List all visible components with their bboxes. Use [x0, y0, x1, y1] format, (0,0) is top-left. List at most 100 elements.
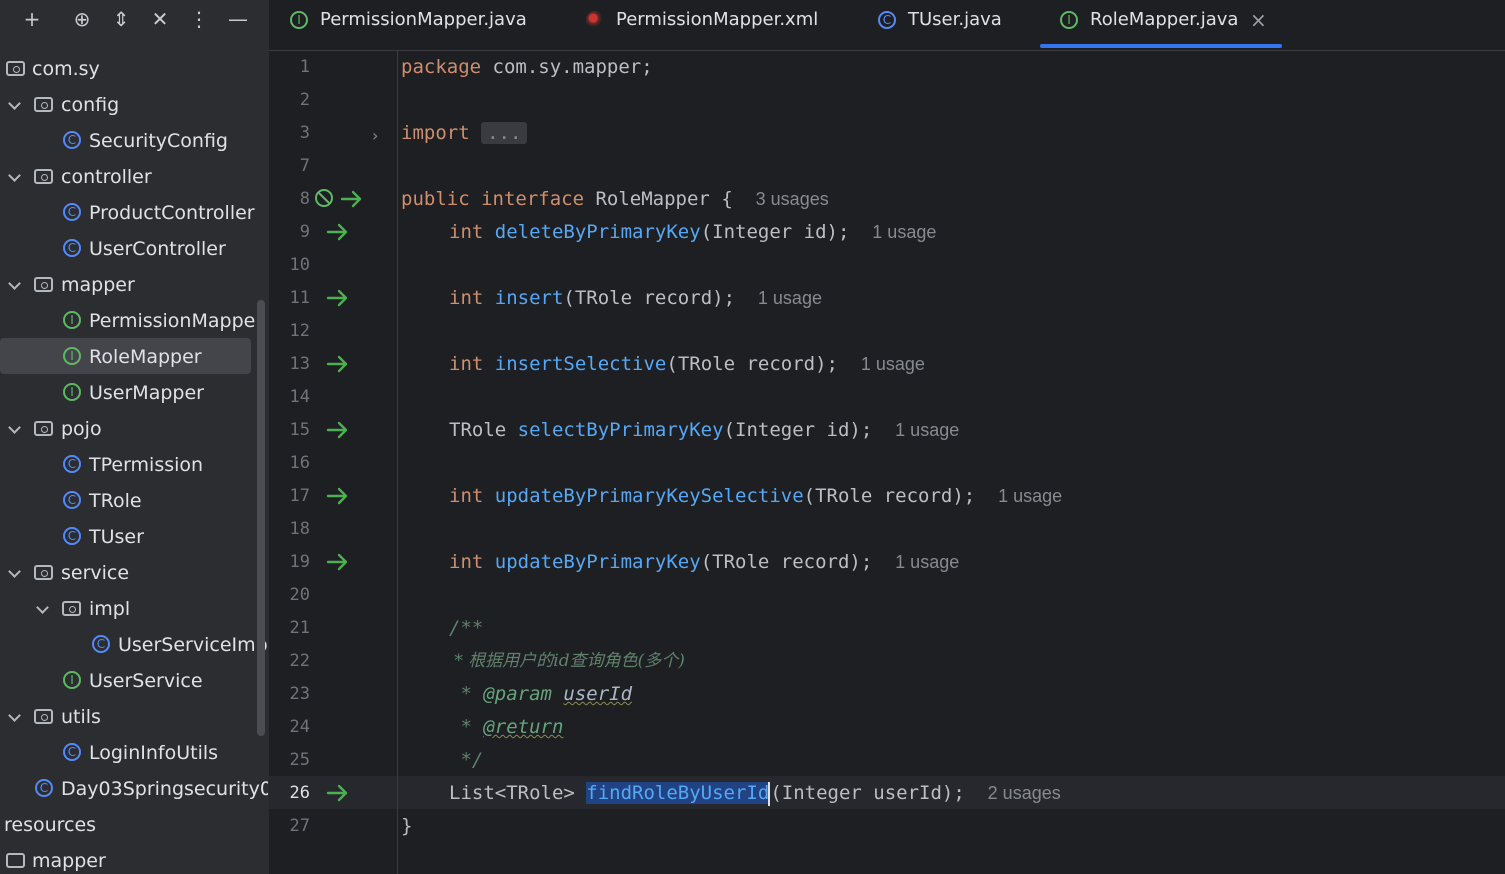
tree-item-resources[interactable]: resources	[0, 807, 268, 843]
line-number: 8	[299, 189, 310, 209]
line-number: 10	[289, 255, 310, 275]
locate-icon[interactable]: ⊕	[68, 5, 96, 33]
line-number: 20	[289, 585, 310, 605]
interface-icon: I	[63, 311, 81, 329]
code-line-25[interactable]: */	[449, 744, 483, 777]
code-line-17[interactable]: int updateByPrimaryKeySelective(TRole re…	[449, 480, 1062, 513]
tree-item-service[interactable]: service	[0, 555, 268, 591]
tree-item-usermapper[interactable]: I UserMapper	[0, 375, 268, 411]
code-line-21[interactable]: /**	[449, 612, 483, 645]
usages-hint[interactable]: 1 usage	[895, 420, 959, 440]
line-number: 18	[289, 519, 310, 539]
tree-item-com-sy[interactable]: com.sy	[0, 51, 268, 87]
tree-item-impl[interactable]: impl	[0, 591, 268, 627]
chevron-down-icon[interactable]	[8, 279, 20, 291]
active-tab-indicator	[1040, 44, 1282, 48]
collapse-all-icon[interactable]: ✕	[146, 5, 174, 33]
code-line-11[interactable]: int insert(TRole record); 1 usage	[449, 282, 822, 315]
implemented-arrow-icon[interactable]	[326, 288, 352, 308]
tree-item-mapper-resources[interactable]: mapper	[0, 843, 268, 874]
chevron-down-icon[interactable]	[8, 711, 20, 723]
usages-hint[interactable]: 1 usage	[861, 354, 925, 374]
code-line-22[interactable]: * 根据用户的id查询角色(多个)	[449, 645, 685, 678]
tree-item-permissionmapper[interactable]: I PermissionMapper	[0, 303, 268, 339]
line-number: 1	[299, 57, 310, 77]
class-icon: C	[63, 491, 81, 509]
line-number: 24	[289, 717, 310, 737]
code-line-23[interactable]: * @param userId	[449, 678, 632, 711]
implemented-arrow-icon[interactable]	[326, 222, 352, 242]
tree-item-rolemapper[interactable]: I RoleMapper	[0, 339, 268, 375]
line-number-current: 26	[289, 783, 310, 803]
no-entry-icon[interactable]	[314, 188, 336, 210]
code-line-15[interactable]: TRole selectByPrimaryKey(Integer id); 1 …	[449, 414, 959, 447]
implemented-arrow-icon[interactable]	[326, 420, 352, 440]
usages-hint[interactable]: 1 usage	[872, 222, 936, 242]
add-icon[interactable]: +	[18, 5, 46, 33]
tree-item-config[interactable]: config	[0, 87, 268, 123]
tab-permissionmapper-xml[interactable]: PermissionMapper.xml	[586, 0, 836, 48]
close-tab-icon[interactable]: ×	[1250, 0, 1267, 40]
implemented-arrow-icon[interactable]	[326, 354, 352, 374]
line-number: 27	[289, 816, 310, 836]
code-line-19[interactable]: int updateByPrimaryKey(TRole record); 1 …	[449, 546, 959, 579]
line-number: 9	[299, 222, 310, 242]
code-line-26[interactable]: List<TRole> findRoleByUserId(Integer use…	[449, 777, 1061, 810]
tree-item-mapper[interactable]: mapper	[0, 267, 268, 303]
chevron-down-icon[interactable]	[8, 99, 20, 111]
interface-icon: I	[1060, 11, 1078, 29]
tree-item-userserviceimpl[interactable]: C UserServiceImpl	[0, 627, 268, 663]
gutter-separator	[397, 51, 398, 874]
tree-item-application[interactable]: C Day03Springsecurity02A	[0, 771, 268, 807]
tree-item-pojo[interactable]: pojo	[0, 411, 268, 447]
class-icon: C	[63, 743, 81, 761]
usages-hint[interactable]: 1 usage	[998, 486, 1062, 506]
code-line-27[interactable]: }	[401, 810, 412, 843]
implemented-arrow-icon[interactable]	[326, 552, 352, 572]
folded-imports[interactable]: ...	[481, 122, 528, 144]
line-number: 19	[289, 552, 310, 572]
usages-hint[interactable]: 3 usages	[756, 189, 829, 209]
tab-permissionmapper-java[interactable]: I PermissionMapper.java	[290, 0, 540, 48]
chevron-down-icon[interactable]	[8, 171, 20, 183]
fold-expand-icon[interactable]: ›	[372, 126, 378, 145]
class-icon: C	[63, 239, 81, 257]
line-number: 16	[289, 453, 310, 473]
tree-item-tuser[interactable]: C TUser	[0, 519, 268, 555]
tree-item-utils[interactable]: utils	[0, 699, 268, 735]
implemented-arrow-icon[interactable]	[340, 189, 366, 209]
sidebar-scrollbar[interactable]	[257, 300, 265, 736]
code-line-1[interactable]: package com.sy.mapper;	[401, 51, 653, 84]
more-options-icon[interactable]: ⋮	[185, 5, 213, 33]
tree-item-tpermission[interactable]: C TPermission	[0, 447, 268, 483]
line-number: 23	[289, 684, 310, 704]
interface-icon: I	[63, 671, 81, 689]
code-line-8[interactable]: public interface RoleMapper { 3 usages	[401, 183, 829, 216]
code-line-3[interactable]: import ...	[401, 117, 528, 150]
line-number: 12	[289, 321, 310, 341]
implemented-arrow-icon[interactable]	[326, 486, 352, 506]
usages-hint[interactable]: 2 usages	[988, 783, 1061, 803]
code-line-9[interactable]: int deleteByPrimaryKey(Integer id); 1 us…	[449, 216, 936, 249]
usages-hint[interactable]: 1 usage	[758, 288, 822, 308]
tab-tuser-java[interactable]: C TUser.java	[878, 0, 1018, 48]
tree-item-controller[interactable]: controller	[0, 159, 268, 195]
tab-rolemapper-java[interactable]: I RoleMapper.java	[1060, 0, 1280, 48]
tree-item-trole[interactable]: C TRole	[0, 483, 268, 519]
code-line-13[interactable]: int insertSelective(TRole record); 1 usa…	[449, 348, 925, 381]
implemented-arrow-icon[interactable]	[326, 783, 352, 803]
tree-item-usercontroller[interactable]: C UserController	[0, 231, 268, 267]
tree-item-securityconfig[interactable]: C SecurityConfig	[0, 123, 268, 159]
selected-text[interactable]: findRoleByUserId	[586, 782, 770, 804]
usages-hint[interactable]: 1 usage	[895, 552, 959, 572]
tree-item-productcontroller[interactable]: C ProductController	[0, 195, 268, 231]
project-panel: + ⊕ ⇕ ✕ ⋮ — com.sy config C SecurityConf…	[0, 0, 269, 874]
tree-item-userservice[interactable]: I UserService	[0, 663, 268, 699]
chevron-down-icon[interactable]	[36, 603, 48, 615]
chevron-down-icon[interactable]	[8, 423, 20, 435]
code-line-24[interactable]: * @return	[449, 711, 563, 744]
tree-item-logininfoutils[interactable]: C LoginInfoUtils	[0, 735, 268, 771]
expand-collapse-icon[interactable]: ⇕	[107, 5, 135, 33]
minimize-icon[interactable]: —	[224, 5, 252, 33]
chevron-down-icon[interactable]	[8, 567, 20, 579]
